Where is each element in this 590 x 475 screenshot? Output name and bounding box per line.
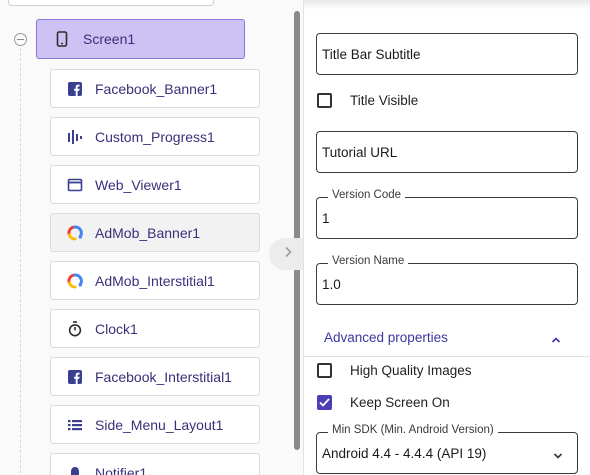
min-sdk-select[interactable]: Min SDK (Min. Android Version) Android 4… — [316, 424, 578, 474]
tree-node-label: Clock1 — [95, 320, 138, 337]
progress-bars-icon — [67, 129, 83, 145]
checkmark-icon — [319, 398, 330, 407]
tree-node-web-viewer[interactable]: Web_Viewer1 — [50, 165, 260, 204]
tree-node-label: Custom_Progress1 — [95, 128, 215, 145]
tree-node-clock[interactable]: Clock1 — [50, 309, 260, 348]
app-root: Screen1 Facebook_Banner1 Custom_Progress… — [0, 0, 590, 475]
list-icon — [67, 417, 83, 433]
facebook-icon — [67, 369, 83, 385]
keep-screen-on-label: Keep Screen On — [350, 395, 450, 410]
timer-icon — [67, 320, 83, 337]
tree-node-label: AdMob_Banner1 — [95, 224, 201, 241]
tree-node-label: Screen1 — [83, 31, 136, 47]
tree-node-admob-interstitial[interactable]: AdMob_Interstitial1 — [50, 261, 260, 300]
tutorial-url-value: Tutorial URL — [322, 144, 398, 160]
version-code-label: Version Code — [328, 189, 406, 201]
tree-node-label: Facebook_Interstitial1 — [95, 368, 232, 385]
chevron-down-icon — [553, 448, 563, 463]
high-quality-images-label: High Quality Images — [350, 363, 472, 378]
tree-node-label: Notifier1 — [95, 464, 148, 475]
title-bar-subtitle-value: Title Bar Subtitle — [322, 46, 421, 62]
tree-node-label: Facebook_Banner1 — [95, 80, 218, 97]
advanced-properties-header[interactable]: Advanced properties — [304, 318, 590, 357]
facebook-icon — [67, 81, 83, 97]
tree-scrollbar[interactable] — [294, 11, 300, 450]
tree-node-label: Web_Viewer1 — [95, 176, 182, 193]
version-code-value: 1 — [322, 210, 330, 226]
high-quality-images-checkbox[interactable] — [317, 363, 332, 378]
min-sdk-value: Android 4.4 - 4.4.4 (API 19) — [322, 445, 487, 461]
title-visible-row[interactable]: Title Visible — [317, 93, 418, 108]
tree-node-admob-banner[interactable]: AdMob_Banner1 — [50, 213, 260, 252]
min-sdk-label: Min SDK (Min. Android Version) — [328, 424, 498, 436]
tree-node-facebook-interstitial[interactable]: Facebook_Interstitial1 — [50, 357, 260, 396]
tree-connector-line — [20, 48, 21, 475]
tree-node-label: Side_Menu_Layout1 — [95, 416, 224, 433]
tree-node-label: AdMob_Interstitial1 — [95, 272, 215, 289]
version-name-label: Version Name — [328, 255, 409, 267]
notification-icon — [67, 465, 83, 475]
keep-screen-on-row[interactable]: Keep Screen On — [317, 395, 450, 410]
tree-node-custom-progress[interactable]: Custom_Progress1 — [50, 117, 260, 156]
version-name-field[interactable]: Version Name 1.0 — [316, 255, 578, 305]
panel-header-shadow — [304, 0, 590, 10]
tree-node-side-menu-layout[interactable]: Side_Menu_Layout1 — [50, 405, 260, 444]
tree-search-box[interactable] — [8, 0, 214, 6]
version-code-field[interactable]: Version Code 1 — [316, 189, 578, 239]
keep-screen-on-checkbox[interactable] — [317, 395, 332, 410]
advanced-properties-title: Advanced properties — [324, 329, 448, 345]
smartphone-icon — [54, 31, 70, 47]
chevron-right-icon — [283, 245, 293, 263]
title-visible-label: Title Visible — [350, 93, 419, 108]
high-quality-images-row[interactable]: High Quality Images — [317, 363, 472, 378]
tree-node-facebook-banner[interactable]: Facebook_Banner1 — [50, 69, 260, 108]
title-visible-checkbox[interactable] — [317, 93, 332, 108]
title-bar-subtitle-field[interactable]: Title Bar Subtitle — [316, 33, 578, 75]
tree-node-notifier[interactable]: Notifier1 — [50, 453, 260, 475]
tutorial-url-field[interactable]: Tutorial URL — [316, 131, 578, 173]
version-name-value: 1.0 — [322, 276, 341, 292]
admob-icon — [67, 224, 83, 241]
admob-icon — [67, 272, 83, 289]
tree-node-screen[interactable]: Screen1 — [36, 19, 245, 59]
component-tree-panel: Screen1 Facebook_Banner1 Custom_Progress… — [0, 0, 303, 475]
chevron-up-icon[interactable] — [551, 331, 561, 349]
properties-panel: Title Bar Subtitle Title Visible Tutoria… — [303, 0, 590, 475]
panel-expand-button[interactable] — [269, 238, 303, 270]
browser-window-icon — [67, 177, 83, 193]
collapse-icon[interactable] — [14, 33, 27, 46]
